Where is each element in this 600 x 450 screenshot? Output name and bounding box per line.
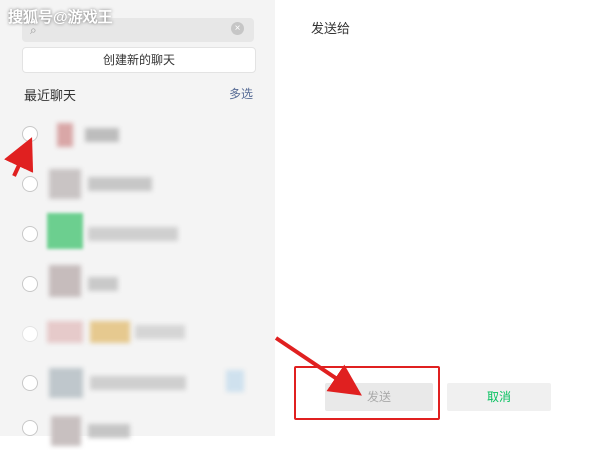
arrow-to-send-button: [274, 336, 362, 396]
arrow-to-radio: [4, 137, 34, 177]
annotation-arrows: [4, 137, 362, 396]
watermark: 搜狐号@游戏王: [8, 9, 113, 26]
